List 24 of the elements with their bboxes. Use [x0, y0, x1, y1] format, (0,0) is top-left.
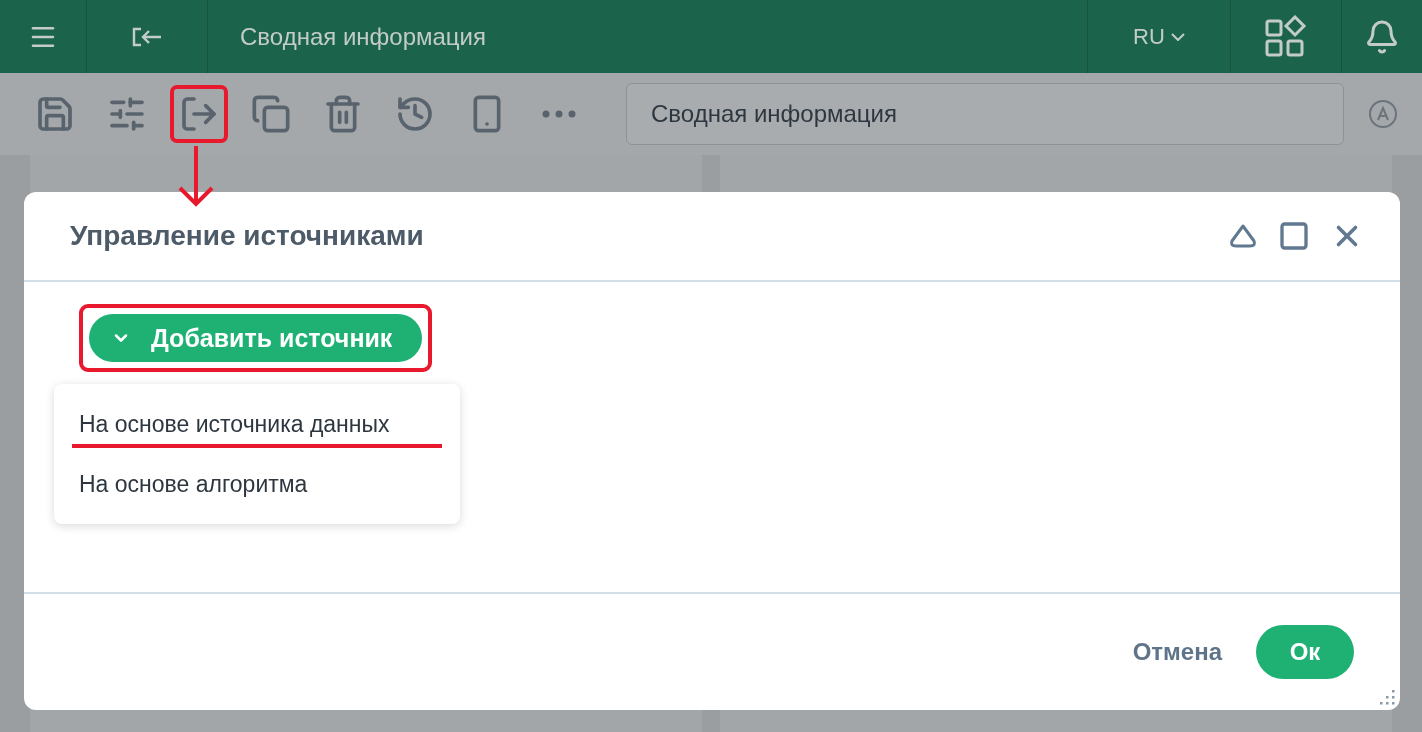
menu-item[interactable]: На основе алгоритма: [54, 454, 460, 514]
more-icon: [542, 110, 576, 118]
copy-icon: [251, 94, 291, 134]
collapse-button[interactable]: [131, 25, 163, 48]
notifications-button[interactable]: [1364, 18, 1400, 55]
history-icon: [395, 94, 435, 134]
ok-button[interactable]: Ок: [1256, 625, 1354, 679]
auto-icon: [1368, 99, 1398, 129]
exit-icon: [179, 94, 219, 134]
name-field[interactable]: Сводная информация: [626, 83, 1344, 145]
save-icon: [35, 94, 75, 134]
menu-item[interactable]: На основе источника данных: [54, 394, 460, 454]
dialog-title: Управление источниками: [70, 220, 425, 252]
highlighted-tool-button[interactable]: [170, 85, 228, 143]
resize-handle[interactable]: [1378, 688, 1396, 706]
apps-button[interactable]: [1264, 14, 1308, 59]
add-source-button[interactable]: Добавить источник: [89, 314, 423, 362]
page-title: Сводная информация: [240, 22, 486, 51]
chevron-icon: [1170, 32, 1185, 41]
trash-icon: [323, 94, 363, 134]
sliders-icon: [107, 94, 147, 134]
cancel-button[interactable]: Отмена: [1126, 637, 1228, 667]
annotation-arrow: [176, 146, 216, 208]
language-selector[interactable]: RU: [1127, 22, 1191, 51]
